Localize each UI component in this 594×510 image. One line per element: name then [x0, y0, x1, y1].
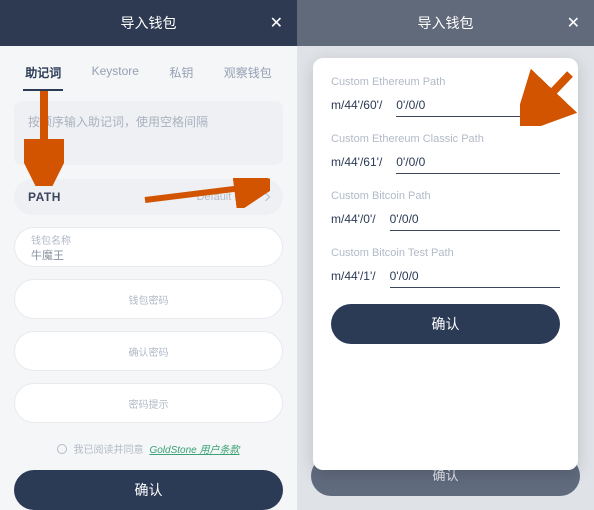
field-label: 确认密码	[129, 344, 169, 359]
field-label: 钱包密码	[129, 292, 169, 307]
path-prefix: m/44'/61'/	[331, 155, 382, 174]
path-prefix: m/44'/1'/	[331, 269, 376, 288]
field-label: 钱包名称	[31, 232, 266, 247]
page-title: 导入钱包	[121, 13, 177, 33]
confirm-password-field[interactable]: 确认密码	[14, 331, 283, 371]
terms-link[interactable]: GoldStone 用户条款	[149, 441, 239, 456]
field-label: 密码提示	[129, 396, 169, 411]
path-modal: Custom Ethereum Path m/44'/60'/ 0'/0/0 C…	[313, 58, 578, 470]
field-value: 牛魔王	[31, 247, 266, 263]
path-suffix-input[interactable]: 0'/0/0	[396, 155, 560, 174]
page-title: 导入钱包	[418, 13, 474, 33]
wallet-name-field[interactable]: 钱包名称 牛魔王	[14, 227, 283, 267]
terms-row[interactable]: 我已阅读并同意 GoldStone 用户条款	[14, 441, 283, 456]
confirm-button[interactable]: 确认	[14, 470, 283, 510]
right-screen: 导入钱包 ✕ 助记词 Keystore 私钥 观察钱包 确认 Custom Et…	[297, 0, 594, 510]
path-group-title: Custom Bitcoin Path	[331, 190, 560, 202]
tab-keystore[interactable]: Keystore	[90, 58, 141, 91]
chevron-right-icon	[262, 193, 270, 201]
path-label: PATH	[28, 190, 61, 204]
close-icon[interactable]: ✕	[270, 13, 283, 33]
path-confirm-button[interactable]: 确认	[331, 304, 560, 344]
path-row[interactable]: PATH Default Path	[14, 179, 283, 215]
path-suffix-input[interactable]: 0'/0/0	[390, 212, 560, 231]
wallet-password-field[interactable]: 钱包密码	[14, 279, 283, 319]
path-group-bitcoin: Custom Bitcoin Path m/44'/0'/ 0'/0/0	[331, 190, 560, 231]
tabs: 助记词 Keystore 私钥 观察钱包	[0, 46, 297, 91]
path-group-bitcoin-test: Custom Bitcoin Test Path m/44'/1'/ 0'/0/…	[331, 247, 560, 288]
path-group-ethereum: Custom Ethereum Path m/44'/60'/ 0'/0/0	[331, 76, 560, 117]
path-group-etc: Custom Ethereum Classic Path m/44'/61'/ …	[331, 133, 560, 174]
path-group-title: Custom Ethereum Path	[331, 76, 560, 88]
header: 导入钱包 ✕	[0, 0, 297, 46]
checkbox-icon[interactable]	[57, 444, 67, 454]
tab-watch-wallet[interactable]: 观察钱包	[222, 58, 274, 91]
path-prefix: m/44'/0'/	[331, 212, 376, 231]
path-group-title: Custom Ethereum Classic Path	[331, 133, 560, 145]
password-hint-field[interactable]: 密码提示	[14, 383, 283, 423]
close-icon[interactable]: ✕	[567, 13, 580, 33]
mnemonic-placeholder: 按顺序输入助记词，使用空格间隔	[28, 115, 208, 129]
path-suffix-input[interactable]: 0'/0/0	[390, 269, 560, 288]
path-suffix-input[interactable]: 0'/0/0	[396, 98, 560, 117]
tab-private-key[interactable]: 私钥	[167, 58, 195, 91]
path-prefix: m/44'/60'/	[331, 98, 382, 117]
mnemonic-input[interactable]: 按顺序输入助记词，使用空格间隔	[14, 101, 283, 165]
terms-prefix: 我已阅读并同意	[73, 441, 143, 456]
left-screen: 导入钱包 ✕ 助记词 Keystore 私钥 观察钱包 按顺序输入助记词，使用空…	[0, 0, 297, 510]
path-group-title: Custom Bitcoin Test Path	[331, 247, 560, 259]
path-value: Default Path	[196, 191, 269, 203]
content: 按顺序输入助记词，使用空格间隔 PATH Default Path 钱包名称 牛…	[0, 91, 297, 456]
tab-mnemonic[interactable]: 助记词	[23, 58, 63, 91]
header: 导入钱包 ✕	[297, 0, 594, 46]
